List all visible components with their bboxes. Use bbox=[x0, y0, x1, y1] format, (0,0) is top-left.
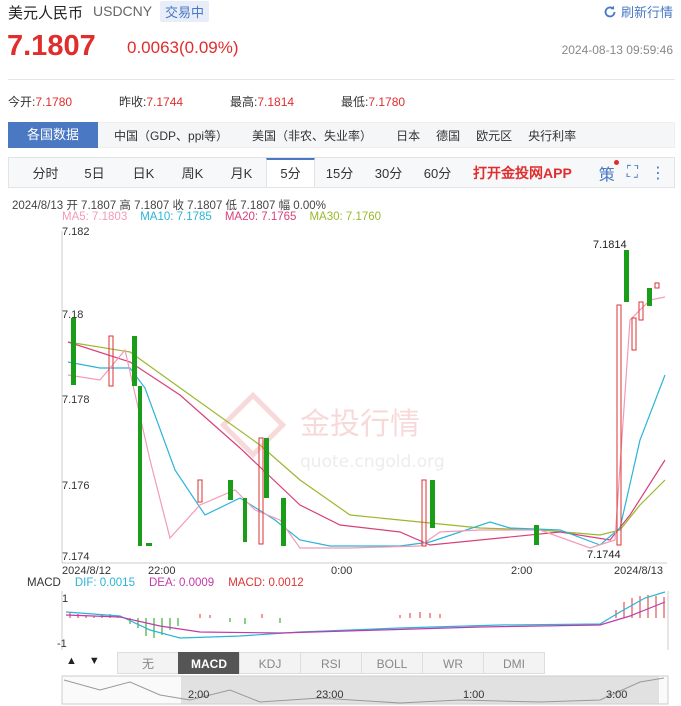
tab-weekly[interactable]: 周K bbox=[168, 158, 217, 187]
strategy-icon[interactable]: 策 bbox=[599, 159, 619, 185]
navigator-tick: 2:00 bbox=[188, 689, 209, 701]
arrow-down-icon[interactable]: ▼ bbox=[89, 655, 100, 667]
y-tick-label: 7.182 bbox=[62, 226, 90, 238]
x-tick-label: 0:00 bbox=[331, 565, 352, 574]
watermark: 金投行情 quote.cngold.org bbox=[219, 391, 445, 472]
candles bbox=[71, 250, 660, 547]
stats-row: 今开:7.1780 昨收:7.1744 最高:7.1814 最低:7.1780 bbox=[8, 93, 452, 110]
category-central-bank[interactable]: 央行利率 bbox=[520, 127, 584, 144]
divider bbox=[8, 79, 675, 80]
ma30-label: MA30: 7.1760 bbox=[309, 211, 382, 223]
refresh-button[interactable]: 刷新行情 bbox=[603, 2, 673, 21]
tab-5min[interactable]: 5分 bbox=[266, 158, 315, 187]
quote-header: 美元人民币 USDCNY 交易中 刷新行情 7.1807 0.0063(0.09… bbox=[0, 0, 681, 78]
category-bar: 各国数据 中国（GDP、ppi等） 美国（非农、失业率） 日本 德国 欧元区 央… bbox=[8, 122, 675, 148]
stat-open: 今开:7.1780 bbox=[8, 95, 73, 109]
navigator-tick: 3:00 bbox=[606, 689, 627, 701]
dea-line bbox=[65, 601, 666, 634]
price-change: 0.0063(0.09%) bbox=[127, 38, 239, 57]
stat-high: 最高:7.1814 bbox=[230, 95, 295, 109]
y-tick-label: 7.174 bbox=[62, 551, 90, 563]
indicator-boll[interactable]: BOLL bbox=[361, 652, 423, 674]
tab-monthly[interactable]: 月K bbox=[217, 158, 266, 187]
macd-arrows: ▲ ▼ bbox=[66, 655, 100, 667]
more-icon[interactable]: ⋮ bbox=[650, 163, 666, 183]
x-tick-label: 2024/8/13 bbox=[614, 565, 663, 574]
last-price: 7.1807 bbox=[7, 30, 96, 62]
tab-60min[interactable]: 60分 bbox=[413, 158, 462, 187]
category-japan[interactable]: 日本 bbox=[388, 127, 428, 144]
x-tick-label: 2024/8/12 bbox=[62, 565, 111, 574]
fullscreen-icon[interactable]: ⛶ bbox=[627, 164, 638, 182]
macd-y-tick: 1 bbox=[62, 593, 68, 605]
x-tick-label: 2:00 bbox=[511, 565, 532, 574]
navigator-selection[interactable] bbox=[181, 676, 659, 704]
stat-prev-close: 昨收:7.1744 bbox=[119, 95, 184, 109]
kline-chart[interactable]: 金投行情 quote.cngold.org 7.182 7.18 7.178 7… bbox=[0, 224, 681, 574]
instrument-name: 美元人民币 bbox=[8, 5, 84, 22]
indicator-buttons: 无 MACD KDJ RSI BOLL WR DMI bbox=[117, 652, 545, 674]
dif-line bbox=[65, 591, 666, 639]
x-tick-label: 22:00 bbox=[148, 565, 176, 574]
refresh-label: 刷新行情 bbox=[620, 5, 673, 20]
indicator-macd[interactable]: MACD bbox=[178, 652, 240, 674]
ma5-label: MA5: 7.1803 bbox=[62, 211, 128, 223]
open-app-link[interactable]: 打开金投网APP bbox=[473, 158, 572, 187]
category-germany[interactable]: 德国 bbox=[428, 127, 468, 144]
category-us[interactable]: 美国（非农、失业率） bbox=[244, 127, 380, 144]
indicator-rsi[interactable]: RSI bbox=[300, 652, 362, 674]
instrument-code: USDCNY bbox=[93, 3, 153, 19]
high-annotation: 7.1814 bbox=[593, 239, 627, 251]
y-tick-label: 7.176 bbox=[62, 480, 90, 492]
category-china[interactable]: 中国（GDP、ppi等） bbox=[106, 127, 236, 144]
tab-30min[interactable]: 30分 bbox=[364, 158, 413, 187]
arrow-up-icon[interactable]: ▲ bbox=[66, 655, 77, 667]
y-tick-label: 7.178 bbox=[62, 394, 90, 406]
low-annotation: 7.1744 bbox=[587, 549, 621, 561]
navigator-tick: 23:00 bbox=[316, 689, 344, 701]
period-tabs: 分时 5日 日K 周K 月K 5分 15分 30分 60分 打开金投网APP 策… bbox=[8, 157, 675, 188]
status-badge: 交易中 bbox=[160, 1, 210, 22]
indicator-wr[interactable]: WR bbox=[422, 652, 484, 674]
tab-15min[interactable]: 15分 bbox=[315, 158, 364, 187]
refresh-icon bbox=[604, 5, 616, 17]
category-active[interactable]: 各国数据 bbox=[8, 122, 99, 148]
ma-legend: MA5: 7.1803 MA10: 7.1785 MA20: 7.1765 MA… bbox=[62, 211, 381, 223]
indicator-kdj[interactable]: KDJ bbox=[239, 652, 301, 674]
ma20-label: MA20: 7.1765 bbox=[224, 211, 297, 223]
quote-time: 2024-08-13 09:59:46 bbox=[561, 43, 673, 57]
macd-chart: 1 -1 bbox=[57, 591, 669, 650]
svg-text:quote.cngold.org: quote.cngold.org bbox=[300, 452, 445, 472]
macd-y-tick: -1 bbox=[57, 638, 67, 650]
tab-timeshare[interactable]: 分时 bbox=[21, 158, 70, 187]
category-eurozone[interactable]: 欧元区 bbox=[468, 127, 520, 144]
indicator-none[interactable]: 无 bbox=[117, 652, 179, 674]
navigator-tick: 1:00 bbox=[463, 689, 484, 701]
tab-5day[interactable]: 5日 bbox=[70, 158, 119, 187]
stat-low: 最低:7.1780 bbox=[341, 95, 406, 109]
range-navigator[interactable]: 2:00 23:00 1:00 3:00 bbox=[0, 674, 681, 706]
ma10-label: MA10: 7.1785 bbox=[140, 211, 212, 223]
tab-daily[interactable]: 日K bbox=[119, 158, 168, 187]
indicator-dmi[interactable]: DMI bbox=[483, 652, 545, 674]
svg-text:金投行情: 金投行情 bbox=[300, 407, 420, 442]
macd-bars bbox=[69, 595, 665, 638]
